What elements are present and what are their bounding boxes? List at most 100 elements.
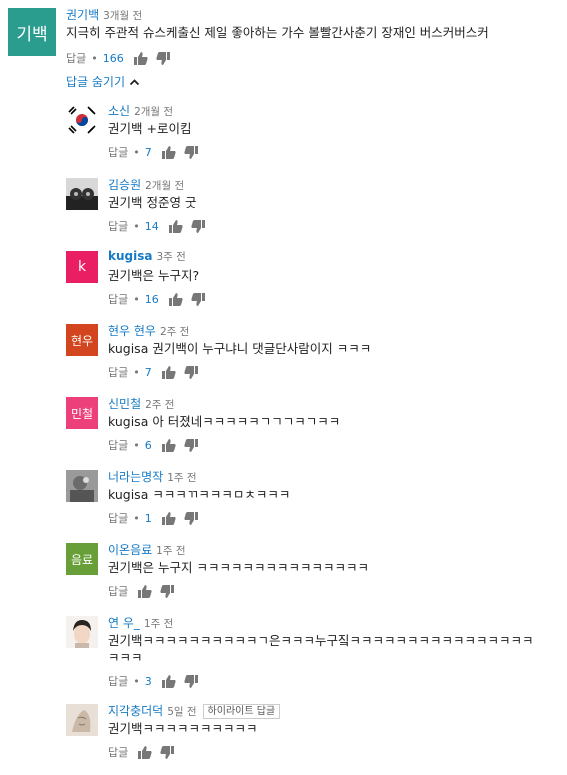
- separator-dot: •: [133, 145, 140, 159]
- separator-dot: •: [133, 511, 140, 525]
- thumbs-down-icon[interactable]: [184, 674, 198, 688]
- thumbs-up-icon[interactable]: [168, 219, 183, 233]
- reply-button[interactable]: 답글: [108, 291, 128, 307]
- thumbs-up-icon[interactable]: [138, 745, 152, 759]
- author-name[interactable]: 소신: [108, 104, 130, 118]
- comment-time[interactable]: 2개월 전: [145, 180, 184, 192]
- comment-author[interactable]: 권기백 3개월 전: [66, 6, 142, 23]
- chevron-up-icon: [130, 78, 140, 85]
- highlight-badge: 하이라이트 답글: [202, 704, 281, 719]
- avatar[interactable]: [66, 104, 98, 136]
- separator-dot: •: [133, 292, 140, 306]
- avatar[interactable]: 음료: [66, 543, 98, 575]
- comment-actions: 답글 • 7: [108, 364, 198, 380]
- comment-text: 권기백ㅋㅋㅋㅋㅋㅋㅋㅋㅋㅋㄱ은ㅋㅋㅋ누구짘ㅋㅋㅋㅋㅋㅋㅋㅋㅋㅋㅋㅋㅋㅋㅋㅋ ㅋㅋ…: [108, 633, 534, 665]
- thumbs-down-icon[interactable]: [184, 511, 198, 525]
- avatar[interactable]: k: [66, 251, 98, 283]
- avatar[interactable]: 민철: [66, 397, 98, 429]
- thumbs-up-icon[interactable]: [161, 365, 176, 379]
- comment-author[interactable]: 소신 2개월 전: [108, 102, 173, 119]
- reply-button[interactable]: 답글: [108, 144, 128, 160]
- comment-time[interactable]: 3개월 전: [103, 10, 142, 22]
- reply-button[interactable]: 답글: [108, 583, 128, 599]
- comment-time[interactable]: 1주 전: [156, 545, 185, 557]
- thumbs-up-icon[interactable]: [138, 584, 152, 598]
- comment-text: 권기백ㅋㅋㅋㅋㅋㅋㅋㅋㅋㅋ: [108, 721, 258, 736]
- thumbs-up-icon[interactable]: [168, 292, 183, 306]
- thumbs-up-icon[interactable]: [161, 438, 176, 452]
- comment-time[interactable]: 1주 전: [144, 618, 173, 630]
- hide-replies-button[interactable]: 답글 숨기기: [66, 73, 140, 90]
- separator-dot: •: [133, 438, 140, 452]
- thumbs-down-icon[interactable]: [191, 292, 205, 306]
- comment-text: kugisa 권기백이 누구냐니 댓글단사람이지 ㅋㅋㅋ: [108, 341, 372, 356]
- thumbs-down-icon[interactable]: [160, 584, 175, 598]
- author-name[interactable]: 연 우_: [108, 616, 140, 630]
- author-name[interactable]: 현우 현우: [108, 324, 156, 338]
- comment-author[interactable]: 이온음료 1주 전: [108, 541, 186, 558]
- thumbs-down-icon[interactable]: [191, 219, 205, 233]
- author-name[interactable]: 이온음료: [108, 543, 152, 557]
- thumbs-down-icon[interactable]: [184, 438, 198, 452]
- thumbs-up-icon[interactable]: [133, 51, 148, 65]
- hide-replies-label: 답글 숨기기: [66, 75, 126, 89]
- like-count: 7: [144, 145, 152, 159]
- comment-time[interactable]: 2주 전: [145, 399, 174, 411]
- thumbs-up-icon[interactable]: [161, 511, 176, 525]
- separator-dot: •: [133, 674, 140, 688]
- thumbs-down-icon[interactable]: [184, 145, 198, 159]
- author-name[interactable]: 너라는명작: [108, 470, 163, 484]
- separator-dot: •: [91, 51, 98, 65]
- like-count: 166: [102, 51, 124, 65]
- thumbs-up-icon[interactable]: [161, 145, 176, 159]
- comment-time[interactable]: 5일 전: [167, 706, 196, 718]
- comment-time[interactable]: 2개월 전: [134, 106, 173, 118]
- author-name[interactable]: 권기백: [66, 8, 99, 22]
- comment-actions: 답글•: [108, 583, 175, 599]
- avatar[interactable]: 현우: [66, 324, 98, 356]
- comment-text: 권기백은 누구지?: [108, 268, 200, 283]
- comment-author[interactable]: 김승원 2개월 전: [108, 176, 184, 193]
- comment-actions: 답글 • 1: [108, 510, 198, 526]
- reply-button[interactable]: 답글: [66, 50, 86, 66]
- thumbs-down-icon[interactable]: [160, 745, 175, 759]
- comment-text: kugisa ㅋㅋㅋㄲㅋㅋㅋㅁㅊㅋㅋㅋ: [108, 487, 291, 502]
- author-name[interactable]: 지각충더덕: [108, 704, 163, 718]
- reply-button[interactable]: 답글: [108, 364, 128, 380]
- comment-text: 권기백은 누구지 ㅋㅋㅋㅋㅋㅋㅋㅋㅋㅋㅋㅋㅋㅋㅋ: [108, 560, 369, 575]
- like-count: 14: [144, 219, 159, 233]
- author-name[interactable]: kugisa: [108, 249, 152, 263]
- reply-button[interactable]: 답글: [108, 510, 128, 526]
- comment-author[interactable]: 너라는명작 1주 전: [108, 468, 197, 485]
- comment-author[interactable]: kugisa 3주 전: [108, 249, 186, 264]
- thumbs-up-icon[interactable]: [161, 674, 176, 688]
- thumbs-down-icon[interactable]: [156, 51, 170, 65]
- avatar[interactable]: [66, 616, 98, 648]
- avatar[interactable]: [66, 704, 98, 736]
- reply-button[interactable]: 답글: [108, 744, 128, 760]
- author-name[interactable]: 신민철: [108, 397, 141, 411]
- comment-text: 권기백 정준영 굿: [108, 195, 197, 210]
- author-name[interactable]: 김승원: [108, 178, 141, 192]
- avatar[interactable]: 기백: [8, 8, 56, 56]
- like-count: 16: [144, 292, 159, 306]
- like-count: 3: [144, 674, 152, 688]
- thumbs-down-icon[interactable]: [184, 365, 198, 379]
- like-count: 1: [144, 511, 152, 525]
- comment-author[interactable]: 지각충더덕 5일 전 하이라이트 답글: [108, 702, 281, 719]
- comment-actions: 답글 • 3: [108, 673, 198, 689]
- comment-time[interactable]: 3주 전: [156, 251, 185, 263]
- avatar[interactable]: [66, 178, 98, 210]
- comment-text: kugisa 아 터졌네ㅋㅋㅋㅋㅋㄱㄱㄱㅋㄱㅋㅋ: [108, 414, 341, 429]
- comment-actions: 답글 • 14: [108, 218, 205, 234]
- reply-button[interactable]: 답글: [108, 673, 128, 689]
- comment-actions: 답글 • 7: [108, 144, 198, 160]
- reply-button[interactable]: 답글: [108, 218, 128, 234]
- comment-time[interactable]: 2주 전: [160, 326, 189, 338]
- comment-author[interactable]: 연 우_ 1주 전: [108, 614, 173, 631]
- comment-author[interactable]: 신민철 2주 전: [108, 395, 174, 412]
- comment-author[interactable]: 현우 현우 2주 전: [108, 322, 189, 339]
- comment-time[interactable]: 1주 전: [167, 472, 196, 484]
- reply-button[interactable]: 답글: [108, 437, 128, 453]
- avatar[interactable]: [66, 470, 98, 502]
